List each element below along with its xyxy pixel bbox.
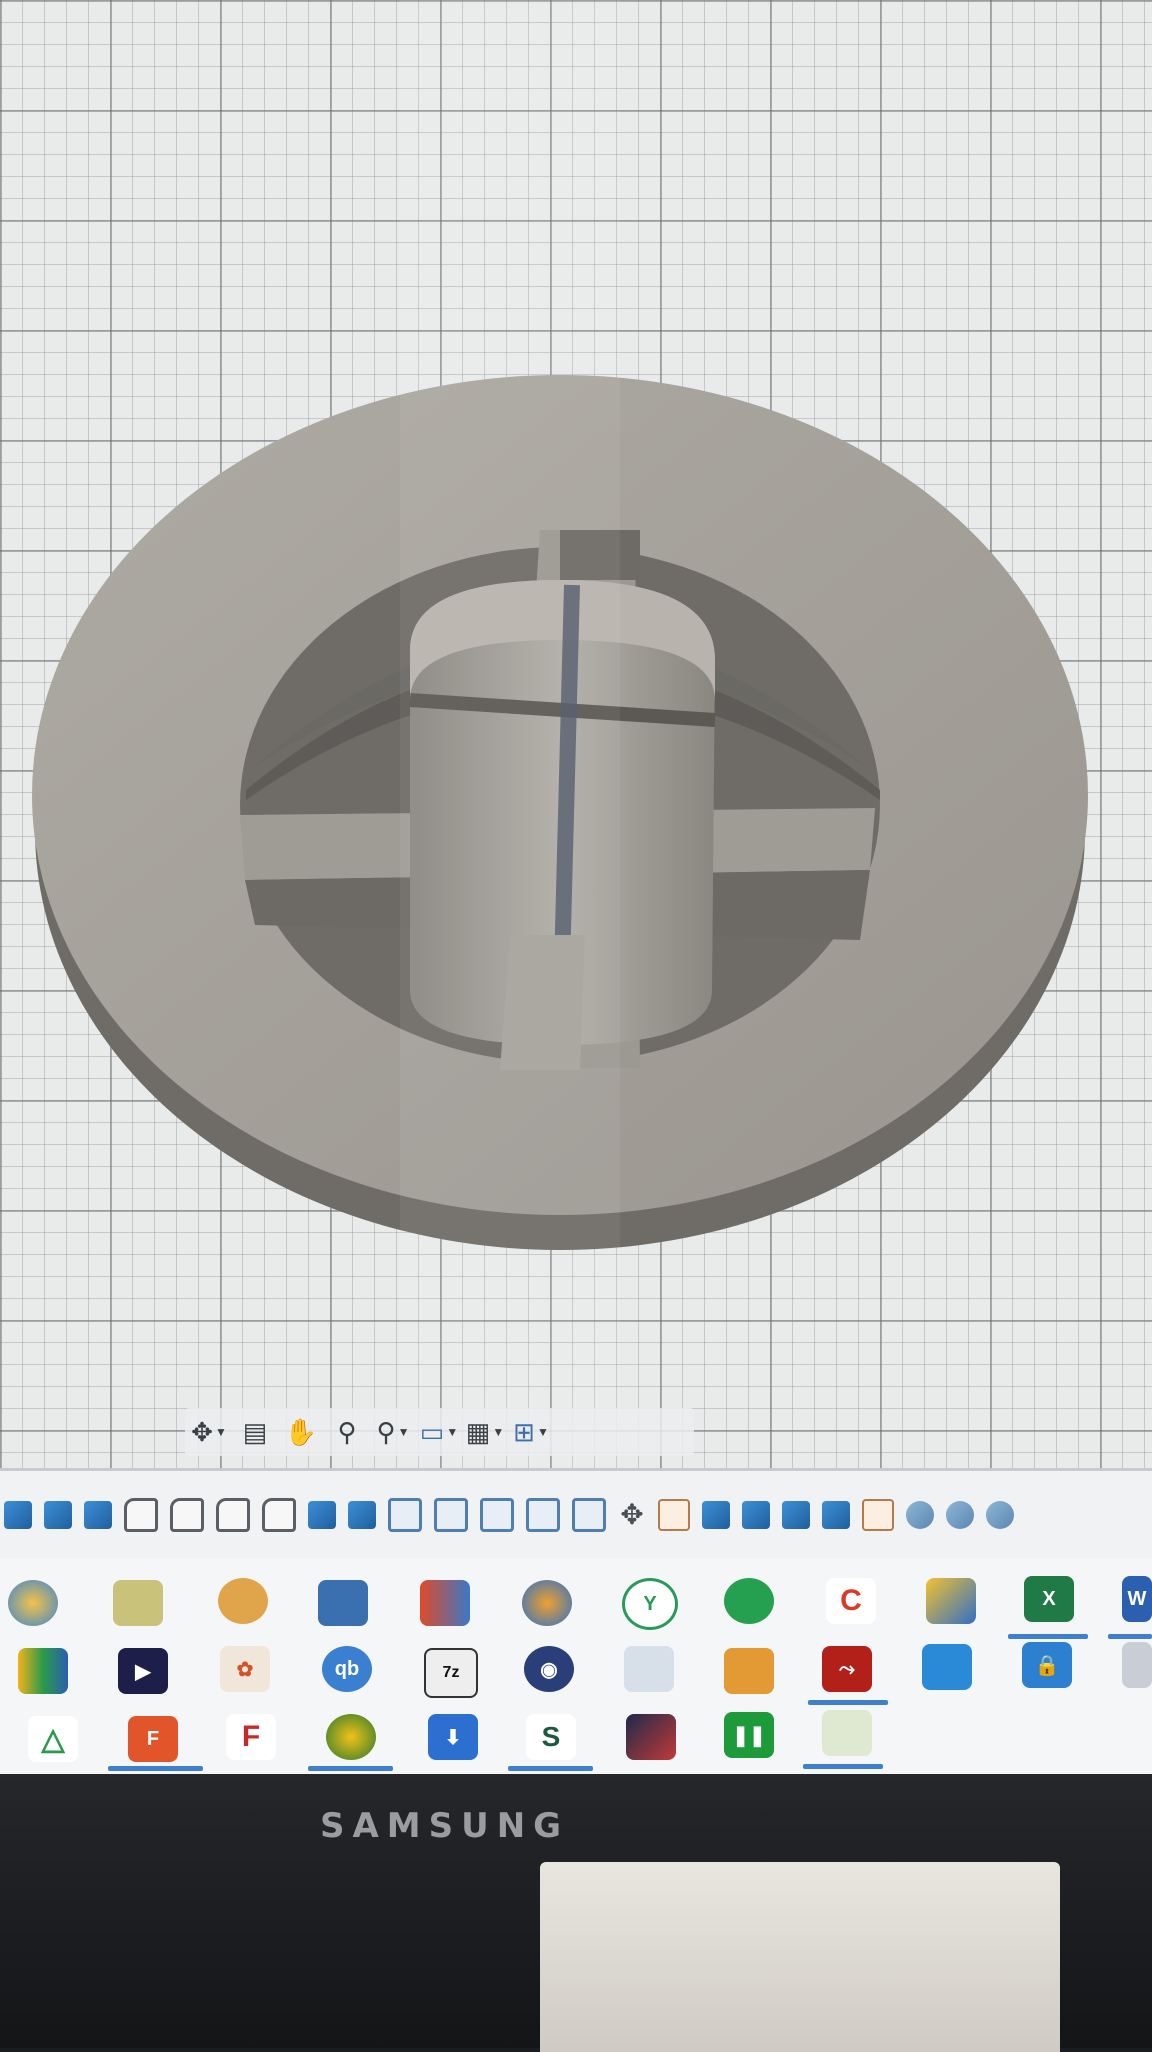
monitor-brand-logo: SAMSUNG (320, 1806, 570, 1846)
solid-box-icon[interactable] (702, 1500, 730, 1529)
app-triangle-icon[interactable]: △ (28, 1716, 78, 1762)
qbittorrent-icon[interactable]: qb (322, 1646, 372, 1692)
lock-app-icon[interactable]: ◉ (524, 1646, 574, 1692)
display-settings-icon[interactable]: ▭ ▼ (419, 1413, 459, 1451)
excel-icon[interactable]: X (1024, 1576, 1074, 1622)
zoom-window-icon[interactable]: ⚲ ▼ (373, 1413, 413, 1451)
download-icon[interactable]: ⬇ (428, 1714, 478, 1760)
running-indicator (803, 1764, 883, 1769)
chevron-down-icon[interactable]: ▼ (446, 1425, 458, 1439)
viewports-icon[interactable]: ⊞ ▼ (511, 1413, 551, 1451)
desktop-icon-area: Y C X W ▶ ✿ qb 7z ◉ ⤳ 🔒 △ F F ⬇ S ❚❚ (0, 1558, 1152, 1774)
move-icon[interactable]: ✥ (618, 1500, 646, 1529)
box-outline-icon[interactable] (480, 1497, 514, 1532)
app-tree-icon[interactable]: Y (622, 1578, 678, 1630)
app-paint-icon[interactable] (822, 1710, 872, 1756)
box-outline-icon[interactable] (526, 1497, 560, 1532)
sphere-icon[interactable] (986, 1500, 1014, 1529)
app-s-icon[interactable]: S (526, 1714, 576, 1760)
sphere-icon[interactable] (906, 1500, 934, 1529)
solid-box-icon[interactable] (308, 1500, 336, 1529)
app-green-icon[interactable] (724, 1578, 774, 1624)
modeling-toolbar: ✥ (0, 1468, 1152, 1558)
3d-model-logo-disc[interactable] (0, 0, 1152, 1480)
video-player-icon[interactable]: ▶ (118, 1648, 168, 1694)
orbit-icon[interactable]: ✥ ▼ (189, 1413, 229, 1451)
navigation-bar: ✥ ▼ ▤ ✋ ⚲ ⚲ ▼ ▭ ▼ ▦ ▼ ⊞ ▼ (185, 1408, 694, 1456)
app-f-settings-icon[interactable]: F (226, 1714, 276, 1760)
solid-box-icon[interactable] (84, 1500, 112, 1529)
app-tool-icon[interactable] (218, 1578, 268, 1624)
ccleaner-icon[interactable]: C (826, 1578, 876, 1624)
chevron-down-icon[interactable]: ▼ (215, 1425, 227, 1439)
sphere-icon[interactable] (946, 1500, 974, 1529)
cad-viewport[interactable]: ✥ ▼ ▤ ✋ ⚲ ⚲ ▼ ▭ ▼ ▦ ▼ ⊞ ▼ (0, 0, 1152, 1480)
zoom-icon[interactable]: ⚲ (327, 1413, 367, 1451)
pan-hand-icon[interactable]: ✋ (281, 1413, 321, 1451)
solid-box-icon[interactable] (44, 1500, 72, 1529)
app-grey-icon[interactable] (1122, 1642, 1152, 1688)
padlock-icon[interactable]: 🔒 (1022, 1642, 1072, 1688)
app-image-icon[interactable] (420, 1580, 470, 1626)
chevron-down-icon[interactable]: ▼ (537, 1425, 549, 1439)
sketch-icon[interactable] (862, 1498, 894, 1531)
app-chart-icon[interactable] (626, 1714, 676, 1760)
running-indicator (1108, 1634, 1152, 1639)
sketch-icon[interactable] (658, 1498, 690, 1531)
box-outline-icon[interactable] (388, 1497, 422, 1532)
desk-object (540, 1862, 1060, 2052)
app-globe-icon[interactable] (8, 1580, 58, 1626)
solid-box-icon[interactable] (742, 1500, 770, 1529)
photo-folder-icon[interactable] (724, 1648, 774, 1694)
solid-box-icon[interactable] (348, 1500, 376, 1529)
box-outline-icon[interactable] (434, 1497, 468, 1532)
grid-settings-icon[interactable]: ▦ ▼ (465, 1413, 505, 1451)
app-folder-icon[interactable] (113, 1580, 163, 1626)
solid-box-icon[interactable] (4, 1500, 32, 1529)
chevron-down-icon[interactable]: ▼ (492, 1425, 504, 1439)
running-indicator (508, 1766, 593, 1771)
running-indicator (1008, 1634, 1088, 1639)
app-window-icon[interactable] (318, 1580, 368, 1626)
running-indicator (108, 1766, 203, 1771)
word-icon[interactable]: W (1122, 1576, 1152, 1622)
chevron-down-icon[interactable]: ▼ (398, 1425, 410, 1439)
document-stack-icon[interactable] (624, 1646, 674, 1692)
running-indicator (808, 1700, 888, 1705)
fillet-icon[interactable] (262, 1497, 296, 1532)
pdf-reader-icon[interactable]: ⤳ (822, 1646, 872, 1692)
fillet-icon[interactable] (124, 1497, 158, 1532)
remote-desktop-icon[interactable] (922, 1644, 972, 1690)
app-f-icon[interactable]: F (128, 1716, 178, 1762)
shield-icon[interactable] (926, 1578, 976, 1624)
running-indicator (308, 1766, 393, 1771)
solid-box-icon[interactable] (822, 1500, 850, 1529)
app-fruit-icon[interactable]: ✿ (220, 1646, 270, 1692)
7zip-icon[interactable]: 7z (424, 1648, 478, 1698)
look-at-icon[interactable]: ▤ (235, 1413, 275, 1451)
joint-icon[interactable] (572, 1497, 606, 1532)
solid-box-icon[interactable] (782, 1500, 810, 1529)
app-books-icon[interactable] (18, 1648, 68, 1694)
fillet-icon[interactable] (216, 1497, 250, 1532)
globe-search-icon[interactable] (326, 1714, 376, 1760)
app-pause-icon[interactable]: ❚❚ (724, 1712, 774, 1758)
browser-icon[interactable] (522, 1580, 572, 1626)
fillet-icon[interactable] (170, 1497, 204, 1532)
